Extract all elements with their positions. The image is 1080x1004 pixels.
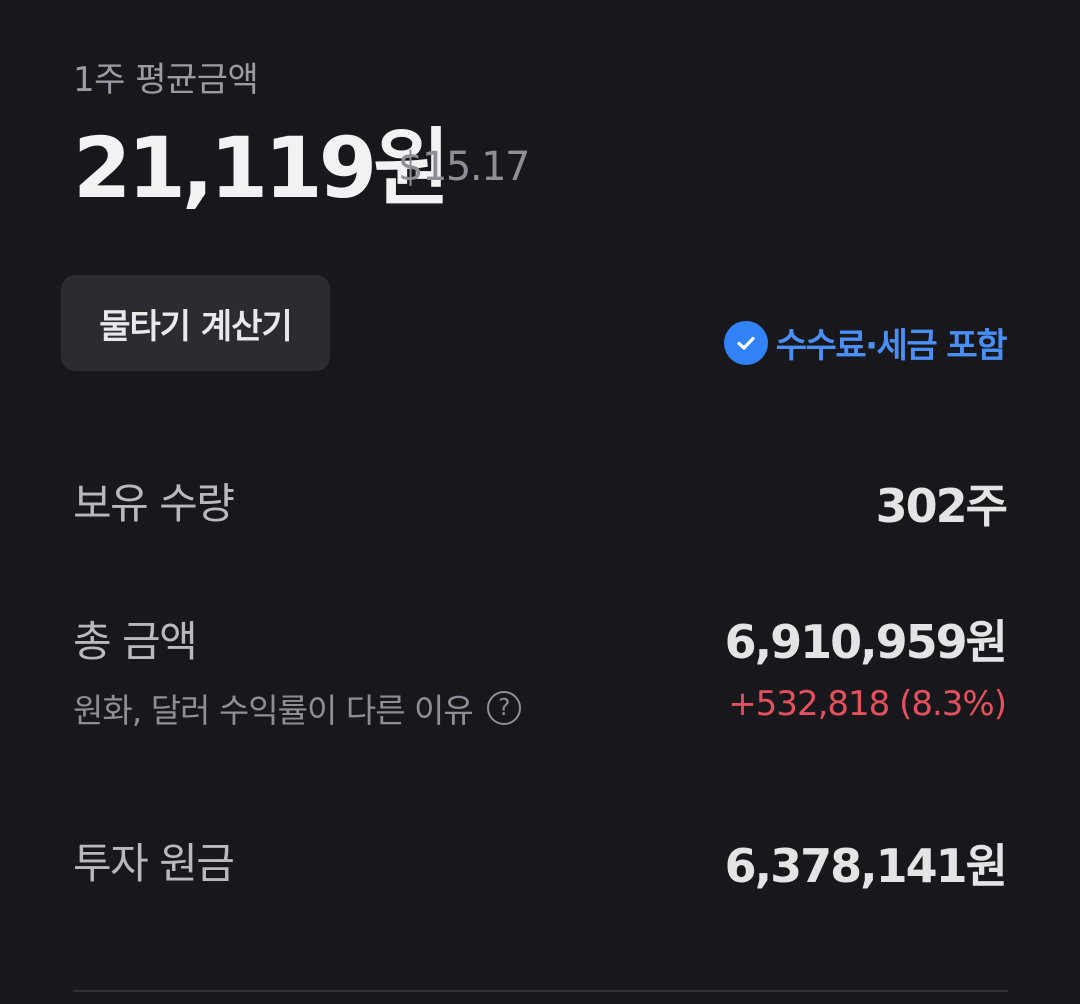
average-price-krw: 21,119원 <box>73 119 450 217</box>
fee-tax-included-label: 수수료·세금 포함 <box>775 326 1008 366</box>
check-circle-icon <box>723 320 768 365</box>
average-price-usd: $15.17 <box>398 144 530 190</box>
holdings-label: 보유 수량 <box>73 479 235 528</box>
help-icon[interactable]: ? <box>486 691 521 725</box>
total-amount-label: 총 금액 <box>73 617 198 666</box>
averaging-calculator-button[interactable]: 물타기 계산기 <box>61 275 330 371</box>
principal-value: 6,378,141원 <box>724 839 1008 893</box>
holdings-value: 302주 <box>875 479 1008 533</box>
principal-label: 투자 원금 <box>73 839 235 888</box>
average-price-label: 1주 평균금액 <box>73 60 259 100</box>
return-difference-info[interactable]: 원화, 달러 수익률이 다른 이유 ? <box>73 684 521 732</box>
return-difference-label: 원화, 달러 수익률이 다른 이유 <box>73 691 474 730</box>
divider <box>73 990 1008 992</box>
total-amount-value: 6,910,959원 <box>724 615 1008 669</box>
fee-tax-included-badge: 수수료·세금 포함 <box>723 318 1008 367</box>
profit-value: +532,818 (8.3%) <box>728 684 1007 724</box>
stock-summary-page: 1주 평균금액 21,119원 $15.17 물타기 계산기 수수료·세금 포함… <box>0 0 1080 1004</box>
